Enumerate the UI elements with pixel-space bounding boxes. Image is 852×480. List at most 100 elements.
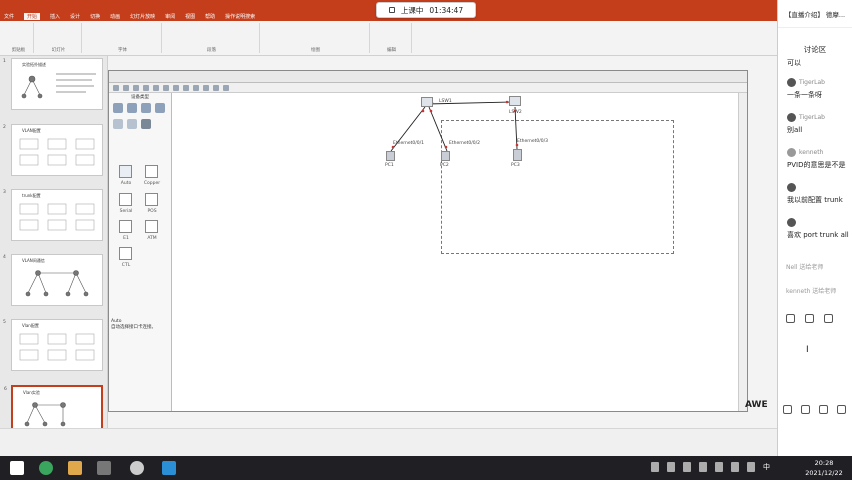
cable-category-icon[interactable] bbox=[141, 119, 151, 129]
browser-icon[interactable] bbox=[39, 461, 53, 475]
link-lsw1-pc2 bbox=[428, 106, 448, 152]
network-icon[interactable] bbox=[747, 462, 755, 472]
live-intro-tab[interactable]: 【直播介绍】 德摩... bbox=[778, 0, 852, 28]
pc2-label: PC2 bbox=[440, 163, 449, 168]
pc2-icon[interactable] bbox=[441, 151, 450, 161]
undo-icon[interactable] bbox=[143, 84, 149, 91]
save-icon[interactable] bbox=[133, 84, 139, 91]
cable-ctl-icon[interactable] bbox=[119, 247, 132, 260]
avatar bbox=[787, 113, 796, 122]
move-icon[interactable] bbox=[173, 84, 179, 91]
system-clock[interactable]: 20:28 2021/12/22 bbox=[800, 458, 848, 478]
scissors-icon[interactable] bbox=[805, 314, 814, 323]
new-icon[interactable] bbox=[113, 84, 119, 91]
ime-indicator[interactable]: 中 bbox=[763, 462, 770, 472]
device-panel-header: 设备类型 bbox=[131, 95, 149, 100]
emoji-icon[interactable] bbox=[786, 314, 795, 323]
mail-icon[interactable] bbox=[837, 404, 846, 414]
wlan-icon[interactable] bbox=[141, 103, 151, 113]
tab-review[interactable]: 审阅 bbox=[165, 13, 175, 20]
switch-lsw1-icon[interactable] bbox=[421, 97, 433, 107]
chat-message: 喜欢 port trunk all bbox=[787, 218, 852, 240]
text-cursor: I bbox=[806, 345, 809, 355]
tab-file[interactable]: 文件 bbox=[4, 13, 14, 20]
tray-icon[interactable] bbox=[683, 462, 691, 472]
windows-start-icon[interactable] bbox=[10, 461, 24, 475]
taskbar: 中 20:28 2021/12/22 bbox=[0, 456, 852, 480]
avatar bbox=[787, 148, 796, 157]
slide-thumb-2[interactable]: 2 VLAN配置 bbox=[3, 124, 103, 176]
slide-thumb-1[interactable]: 1 实验拓扑描述 bbox=[3, 58, 103, 110]
avatar bbox=[787, 183, 796, 192]
firewall-icon[interactable] bbox=[155, 103, 165, 113]
port-label-pc2: Ethernet0/0/2 bbox=[449, 141, 481, 146]
tray-icon[interactable] bbox=[651, 462, 659, 472]
tray-icon[interactable] bbox=[715, 462, 723, 472]
ribbon: 剪贴板 幻灯片 字体 段落 绘图 编辑 bbox=[0, 21, 777, 56]
redo-icon[interactable] bbox=[153, 84, 159, 91]
slide-thumb-3[interactable]: 3 trunk配置 bbox=[3, 189, 103, 241]
router-icon[interactable] bbox=[113, 103, 123, 113]
group-slides[interactable]: 幻灯片 bbox=[36, 23, 82, 53]
tab-design[interactable]: 设计 bbox=[70, 13, 80, 20]
pc3-icon[interactable] bbox=[513, 149, 522, 161]
ensp-app-icon[interactable] bbox=[97, 461, 111, 475]
open-icon[interactable] bbox=[123, 84, 129, 91]
slide-thumb-4[interactable]: 4 VLAN间通信 bbox=[3, 254, 103, 306]
chat-message: TigerLab 一条一条呀 bbox=[787, 78, 825, 99]
stop-icon[interactable] bbox=[213, 84, 219, 91]
tray-icon[interactable] bbox=[699, 462, 707, 472]
cable-atm-icon[interactable] bbox=[145, 220, 158, 233]
group-font[interactable]: 字体 bbox=[84, 23, 162, 53]
tab-home[interactable]: 开始 bbox=[24, 12, 41, 20]
meeting-app-icon[interactable] bbox=[162, 461, 176, 475]
gift-notice: kenneth 送给老师 bbox=[786, 288, 837, 295]
tab-transitions[interactable]: 切换 bbox=[90, 13, 100, 20]
cloud-icon[interactable] bbox=[127, 119, 137, 129]
cable-copper-icon[interactable] bbox=[145, 165, 158, 178]
pc-icon[interactable] bbox=[113, 119, 123, 129]
delete-icon[interactable] bbox=[183, 84, 189, 91]
tray-icon[interactable] bbox=[667, 462, 675, 472]
tab-help[interactable]: 帮助 bbox=[205, 13, 215, 20]
tell-me-search[interactable]: 操作说明搜索 bbox=[225, 13, 255, 20]
cable-serial-icon[interactable] bbox=[119, 193, 132, 206]
live-timer[interactable]: 上课中 01:34:47 bbox=[376, 2, 476, 18]
pc1-icon[interactable] bbox=[386, 151, 395, 161]
start-icon[interactable] bbox=[203, 84, 209, 91]
group-clipboard[interactable]: 剪贴板 bbox=[4, 23, 34, 53]
chat-message: kenneth PVID的意思是不是 bbox=[787, 148, 846, 169]
tab-insert[interactable]: 插入 bbox=[50, 13, 60, 20]
system-tray bbox=[651, 462, 755, 472]
tab-view[interactable]: 视图 bbox=[185, 13, 195, 20]
file-explorer-icon[interactable] bbox=[68, 461, 82, 475]
group-drawing[interactable]: 绘图 bbox=[262, 23, 370, 53]
group-paragraph[interactable]: 段落 bbox=[164, 23, 260, 53]
like-icon[interactable] bbox=[783, 404, 792, 414]
ensp-title-bar[interactable] bbox=[109, 71, 747, 83]
capture-icon[interactable] bbox=[223, 84, 229, 91]
cable-e1-icon[interactable] bbox=[119, 220, 132, 233]
image-icon[interactable] bbox=[824, 314, 833, 323]
avatar bbox=[787, 78, 796, 87]
timer-time: 01:34:47 bbox=[429, 5, 464, 15]
book-icon[interactable] bbox=[819, 404, 828, 414]
tab-slideshow[interactable]: 幻灯片放映 bbox=[130, 13, 155, 20]
app-icon[interactable] bbox=[130, 461, 144, 475]
speaker-icon[interactable] bbox=[801, 404, 810, 414]
text-icon[interactable] bbox=[193, 84, 199, 91]
canvas-scrollbar[interactable] bbox=[738, 93, 747, 411]
volume-icon[interactable] bbox=[731, 462, 739, 472]
group-editing[interactable]: 编辑 bbox=[372, 23, 412, 53]
lsw1-label: LSW1 bbox=[439, 99, 452, 104]
switch-icon[interactable] bbox=[127, 103, 137, 113]
topology-canvas[interactable]: LSW1 LSW2 Ethernet0/0/1 Ethernet0/0/2 Et… bbox=[173, 93, 739, 411]
select-icon[interactable] bbox=[163, 84, 169, 91]
tab-animations[interactable]: 动画 bbox=[110, 13, 120, 20]
slide-thumb-5[interactable]: 5 Vlan配置 bbox=[3, 319, 103, 371]
cable-auto-icon[interactable] bbox=[119, 165, 132, 178]
cable-pos-icon[interactable] bbox=[145, 193, 158, 206]
switch-lsw2-icon[interactable] bbox=[509, 96, 521, 106]
device-panel: 设备类型 Auto Copper Serial POS E1 ATM CTL A… bbox=[109, 93, 172, 411]
gift-notice: Nell 送给老师 bbox=[786, 264, 824, 271]
